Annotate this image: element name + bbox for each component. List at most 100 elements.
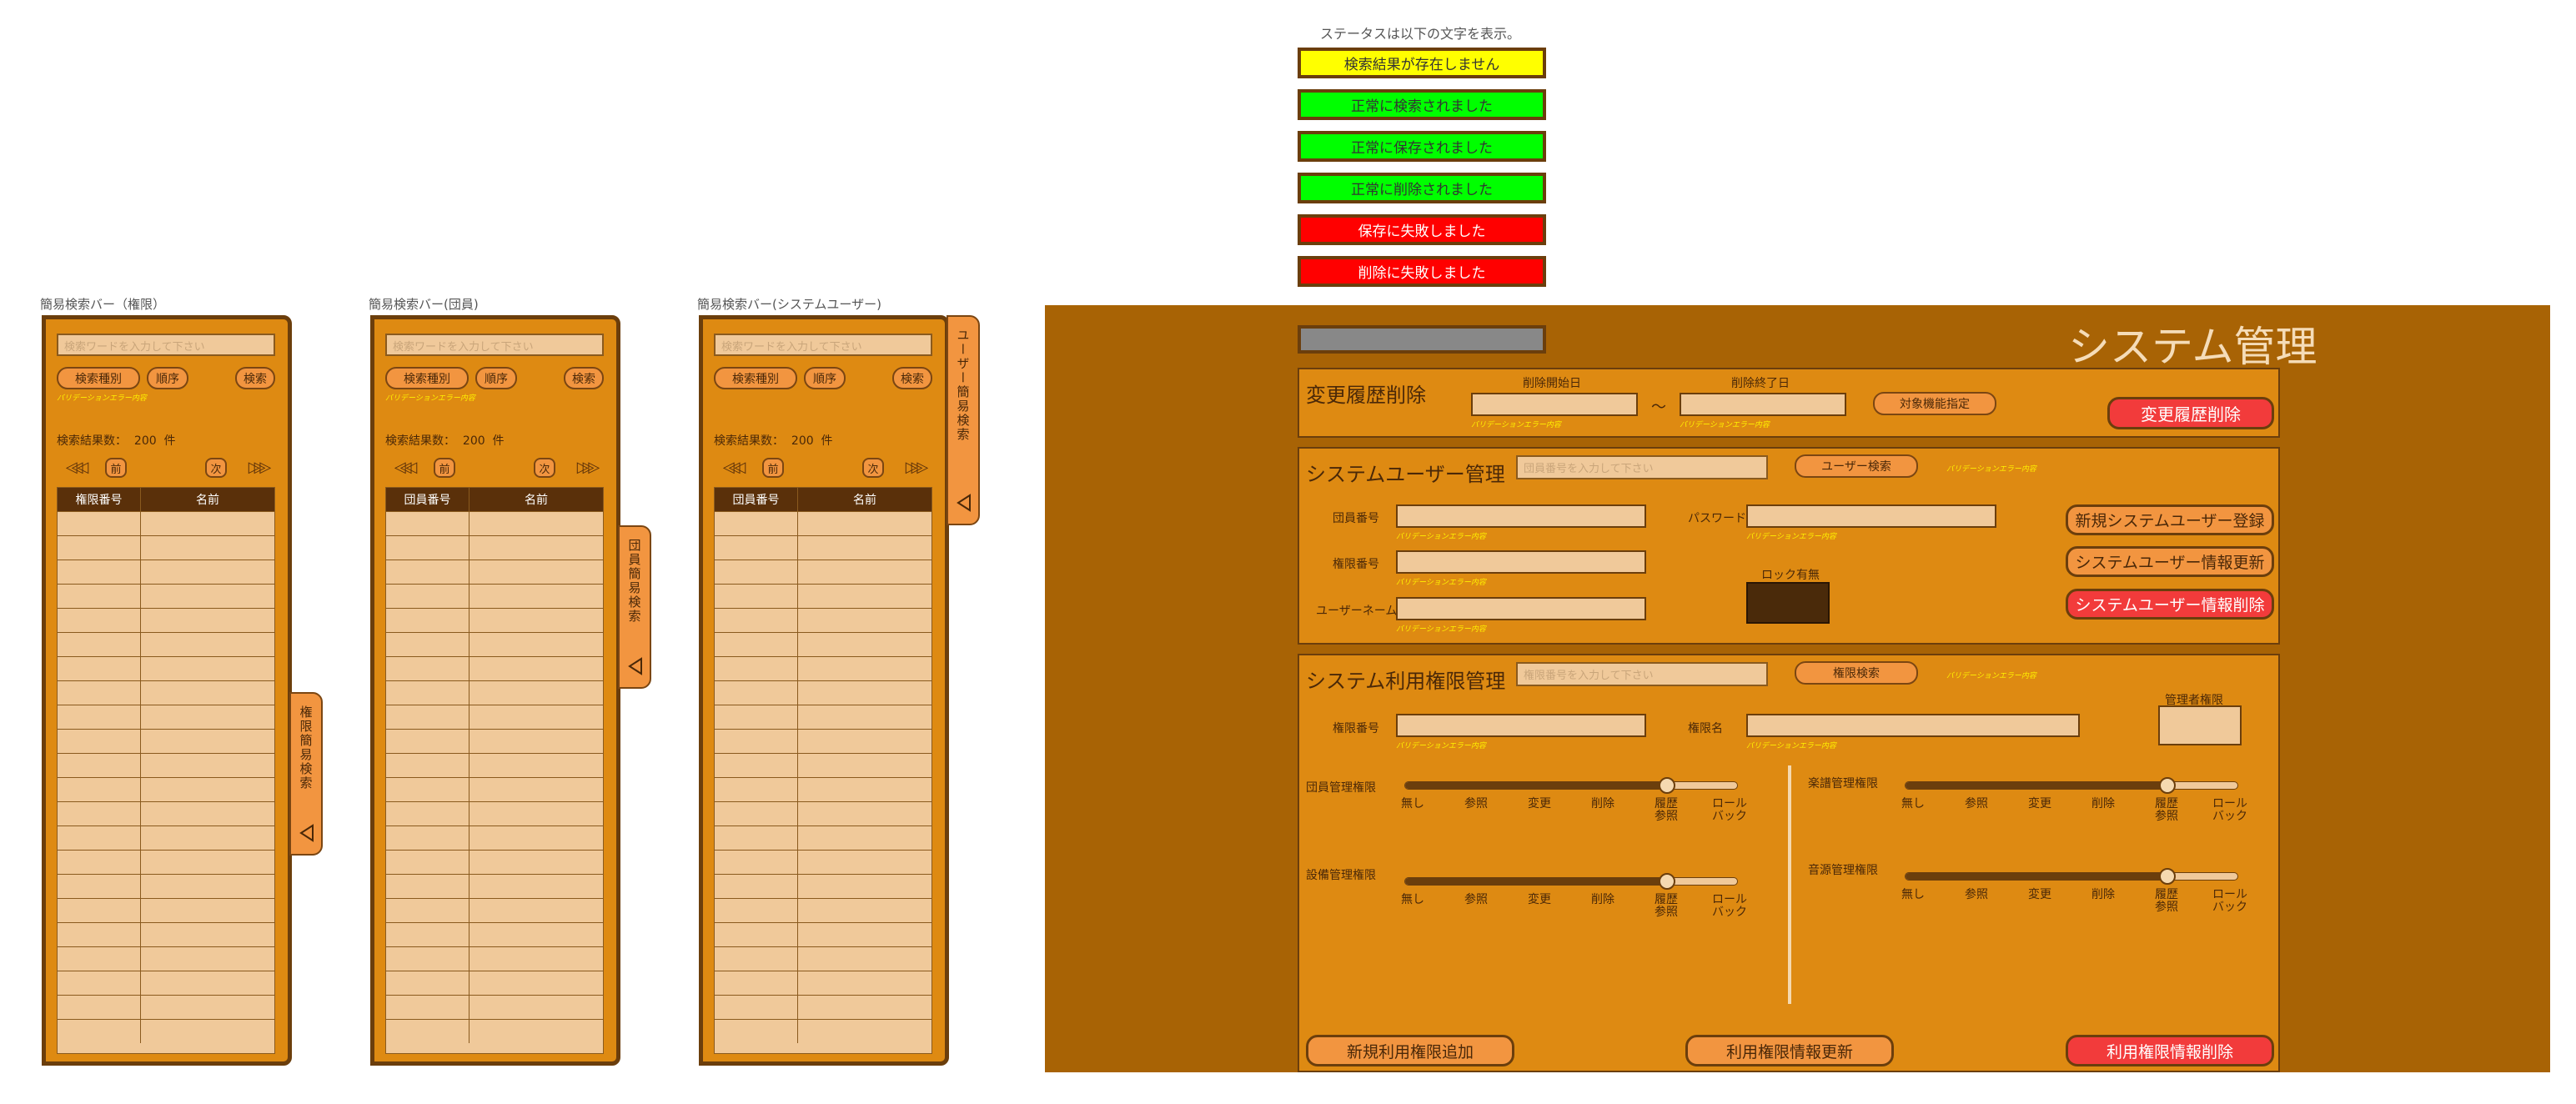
table-row[interactable] [386, 535, 603, 560]
table-row[interactable] [58, 850, 274, 874]
search-button[interactable]: 検索 [564, 367, 604, 389]
table-row[interactable] [386, 584, 603, 608]
table-row[interactable] [58, 584, 274, 608]
quick-search-tab[interactable]: 団員簡易検索 [618, 525, 651, 689]
update-user-button[interactable]: システムユーザー情報更新 [2066, 546, 2274, 577]
table-row[interactable] [715, 874, 931, 898]
first-page-icon[interactable]: ◁◁◁ [714, 458, 749, 476]
start-date-input[interactable] [1471, 393, 1638, 416]
search-keyword-input[interactable]: 検索ワードを入力して下さい [385, 334, 604, 356]
perm-auth-no-input[interactable] [1396, 714, 1646, 737]
table-row[interactable] [715, 777, 931, 801]
permission-slider[interactable] [1905, 777, 2238, 794]
order-button[interactable]: 順序 [147, 367, 188, 389]
add-permission-button[interactable]: 新規利用権限追加 [1306, 1035, 1514, 1066]
table-row[interactable] [58, 874, 274, 898]
end-date-input[interactable] [1680, 393, 1846, 416]
search-keyword-input[interactable]: 検索ワードを入力して下さい [714, 334, 932, 356]
prev-page-button[interactable]: 前 [105, 458, 127, 478]
table-row[interactable] [386, 971, 603, 995]
table-row[interactable] [58, 511, 274, 535]
search-type-button[interactable]: 検索種別 [385, 367, 469, 389]
table-row[interactable] [715, 753, 931, 777]
table-row[interactable] [58, 922, 274, 946]
table-row[interactable] [715, 584, 931, 608]
table-row[interactable] [58, 946, 274, 971]
next-page-button[interactable]: 次 [862, 458, 884, 478]
auth-no-input[interactable] [1396, 550, 1646, 574]
table-row[interactable] [386, 680, 603, 705]
username-input[interactable] [1396, 597, 1646, 620]
slider-knob[interactable] [2159, 777, 2176, 794]
lock-toggle[interactable] [1746, 582, 1830, 624]
permission-slider[interactable] [1404, 873, 1738, 890]
permission-slider[interactable] [1404, 777, 1738, 794]
table-row[interactable] [715, 705, 931, 729]
table-row[interactable] [58, 608, 274, 632]
table-row[interactable] [386, 801, 603, 825]
table-row[interactable] [386, 729, 603, 753]
first-page-icon[interactable]: ◁◁◁ [385, 458, 420, 476]
order-button[interactable]: 順序 [804, 367, 846, 389]
table-row[interactable] [386, 511, 603, 535]
prev-page-button[interactable]: 前 [762, 458, 784, 478]
table-row[interactable] [58, 680, 274, 705]
table-row[interactable] [58, 801, 274, 825]
table-row[interactable] [715, 946, 931, 971]
last-page-icon[interactable]: ▷▷▷ [567, 458, 604, 476]
table-row[interactable] [58, 535, 274, 560]
next-page-button[interactable]: 次 [534, 458, 555, 478]
slider-knob[interactable] [2159, 868, 2176, 885]
table-row[interactable] [58, 753, 274, 777]
table-row[interactable] [715, 608, 931, 632]
target-function-button[interactable]: 対象機能指定 [1873, 392, 1996, 415]
table-row[interactable] [386, 874, 603, 898]
table-row[interactable] [386, 922, 603, 946]
order-button[interactable]: 順序 [475, 367, 517, 389]
slider-knob[interactable] [1659, 873, 1675, 890]
history-delete-button[interactable]: 変更履歴削除 [2107, 397, 2274, 429]
table-row[interactable] [715, 850, 931, 874]
quick-search-tab[interactable]: 権限簡易検索 [289, 692, 323, 856]
table-row[interactable] [58, 971, 274, 995]
table-row[interactable] [715, 801, 931, 825]
search-button[interactable]: 検索 [892, 367, 932, 389]
first-page-icon[interactable]: ◁◁◁ [57, 458, 92, 476]
quick-search-tab[interactable]: ユーザー簡易検索 [947, 315, 980, 525]
table-row[interactable] [58, 1019, 274, 1043]
search-type-button[interactable]: 検索種別 [714, 367, 797, 389]
admin-checkbox[interactable] [2158, 705, 2242, 745]
table-row[interactable] [715, 898, 931, 922]
table-row[interactable] [715, 680, 931, 705]
next-page-button[interactable]: 次 [205, 458, 227, 478]
member-no-input[interactable] [1396, 504, 1646, 528]
new-user-button[interactable]: 新規システムユーザー登録 [2066, 504, 2274, 535]
slider-knob[interactable] [1659, 777, 1675, 794]
table-row[interactable] [386, 632, 603, 656]
table-row[interactable] [386, 705, 603, 729]
table-row[interactable] [715, 971, 931, 995]
update-permission-button[interactable]: 利用権限情報更新 [1685, 1035, 1894, 1066]
table-row[interactable] [386, 946, 603, 971]
table-row[interactable] [715, 729, 931, 753]
table-row[interactable] [386, 777, 603, 801]
table-row[interactable] [58, 825, 274, 850]
permission-slider[interactable] [1905, 868, 2238, 885]
table-row[interactable] [715, 535, 931, 560]
member-search-input[interactable]: 団員番号を入力して下さい [1516, 455, 1768, 479]
table-row[interactable] [386, 898, 603, 922]
table-row[interactable] [58, 705, 274, 729]
table-row[interactable] [58, 995, 274, 1019]
table-row[interactable] [386, 753, 603, 777]
last-page-icon[interactable]: ▷▷▷ [896, 458, 932, 476]
table-row[interactable] [715, 1019, 931, 1043]
delete-permission-button[interactable]: 利用権限情報削除 [2066, 1035, 2274, 1066]
table-row[interactable] [715, 632, 931, 656]
table-row[interactable] [386, 825, 603, 850]
search-keyword-input[interactable]: 検索ワードを入力して下さい [57, 334, 275, 356]
search-button[interactable]: 検索 [235, 367, 275, 389]
table-row[interactable] [58, 632, 274, 656]
table-row[interactable] [58, 560, 274, 584]
table-row[interactable] [58, 656, 274, 680]
table-row[interactable] [58, 898, 274, 922]
